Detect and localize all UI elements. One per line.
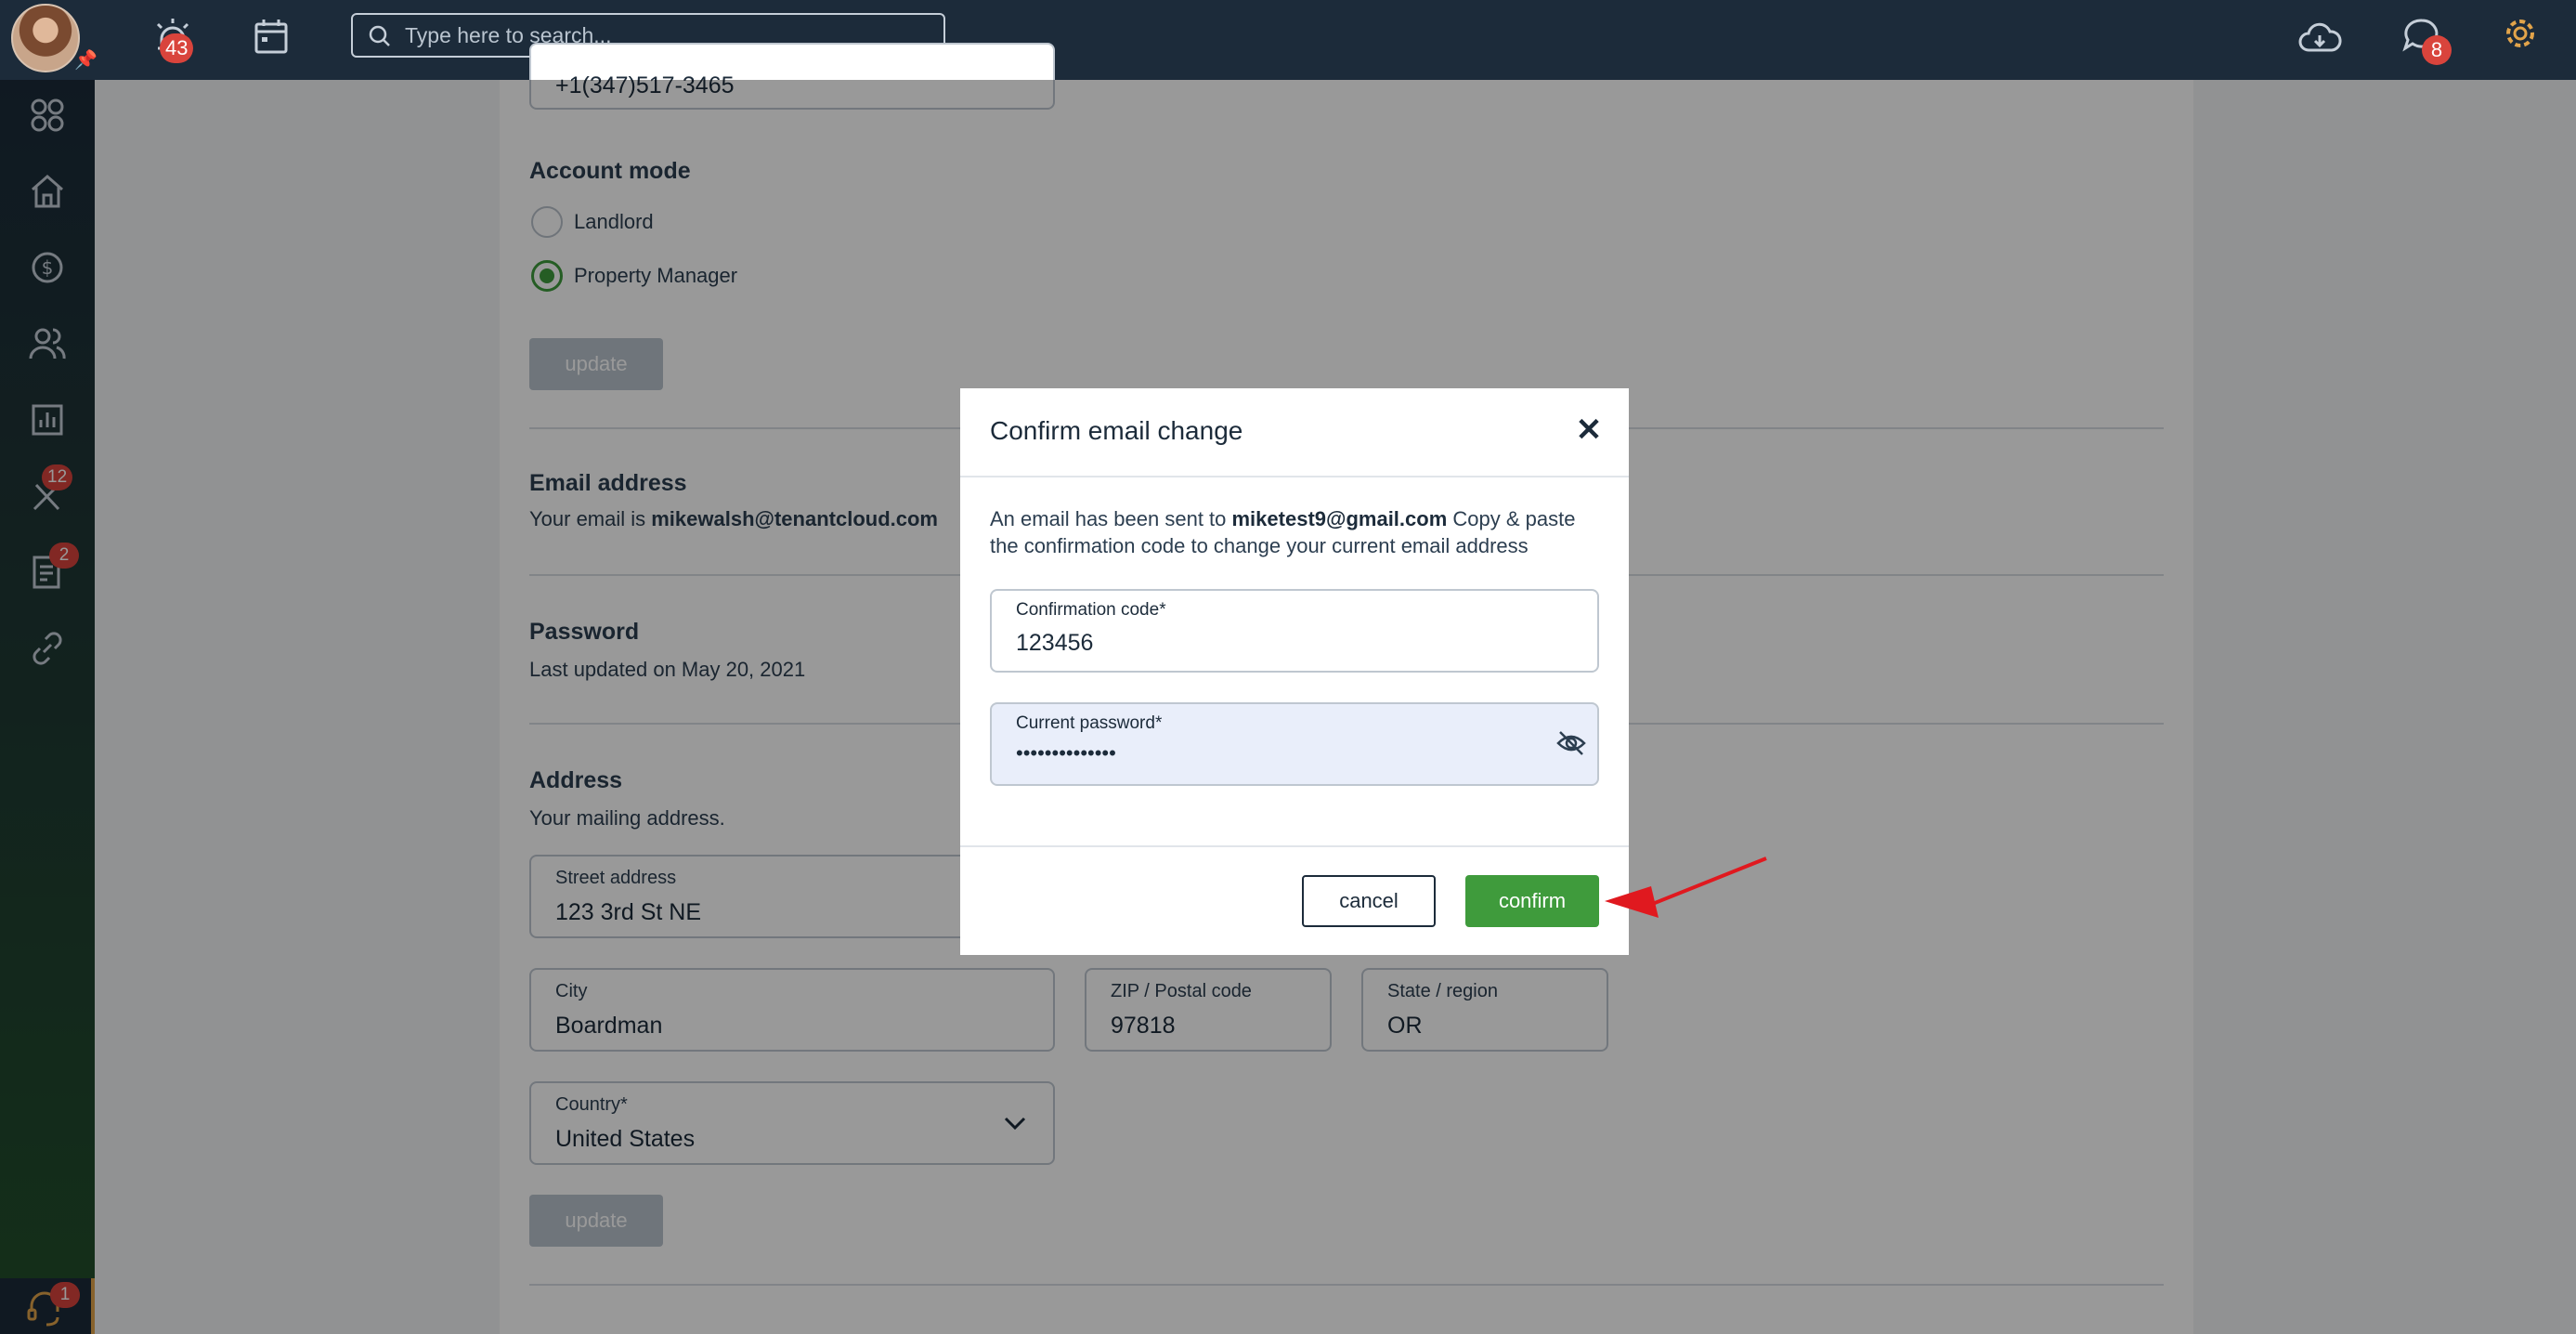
modal-footer-divider (960, 845, 1629, 847)
cloud-download-button[interactable] (2294, 13, 2346, 65)
annotation-arrow-icon (1605, 857, 1767, 918)
user-avatar[interactable] (11, 4, 80, 72)
confirmation-code-field[interactable]: Confirmation code* 123456 (990, 589, 1599, 673)
current-password-value: •••••••••••••• (1016, 741, 1116, 765)
modal-header-divider (960, 476, 1629, 477)
notifications-badge: 43 (160, 33, 194, 63)
alarm-notifications-button[interactable]: 43 (147, 13, 199, 65)
gear-icon (2506, 20, 2534, 47)
cancel-button[interactable]: cancel (1302, 875, 1436, 927)
current-password-field[interactable]: Current password* •••••••••••••• (990, 702, 1599, 786)
cloud-download-icon (2298, 22, 2342, 52)
confirm-email-change-modal: Confirm email change ✕ An email has been… (960, 388, 1629, 955)
calendar-button[interactable] (245, 13, 297, 65)
modal-title: Confirm email change (990, 416, 1243, 445)
calendar-icon (254, 20, 288, 54)
current-password-label: Current password* (1016, 713, 1163, 733)
settings-button[interactable] (2494, 13, 2546, 65)
modal-message-prefix: An email has been sent to (990, 507, 1232, 530)
messages-badge: 8 (2422, 35, 2452, 65)
close-icon[interactable]: ✕ (1573, 414, 1605, 446)
confirmation-code-label: Confirmation code* (1016, 600, 1166, 620)
eye-off-icon[interactable] (1555, 726, 1588, 760)
modal-message: An email has been sent to miketest9@gmai… (990, 505, 1603, 559)
top-bar: 📌 43 Type here to search... 8 (0, 0, 2576, 80)
search-icon (369, 25, 390, 46)
pin-icon: 📌 (74, 50, 98, 71)
messages-button[interactable]: 8 (2396, 13, 2452, 65)
confirmation-code-value: 123456 (1016, 630, 1094, 656)
confirm-button[interactable]: confirm (1465, 875, 1599, 927)
modal-message-email: miketest9@gmail.com (1231, 507, 1448, 530)
